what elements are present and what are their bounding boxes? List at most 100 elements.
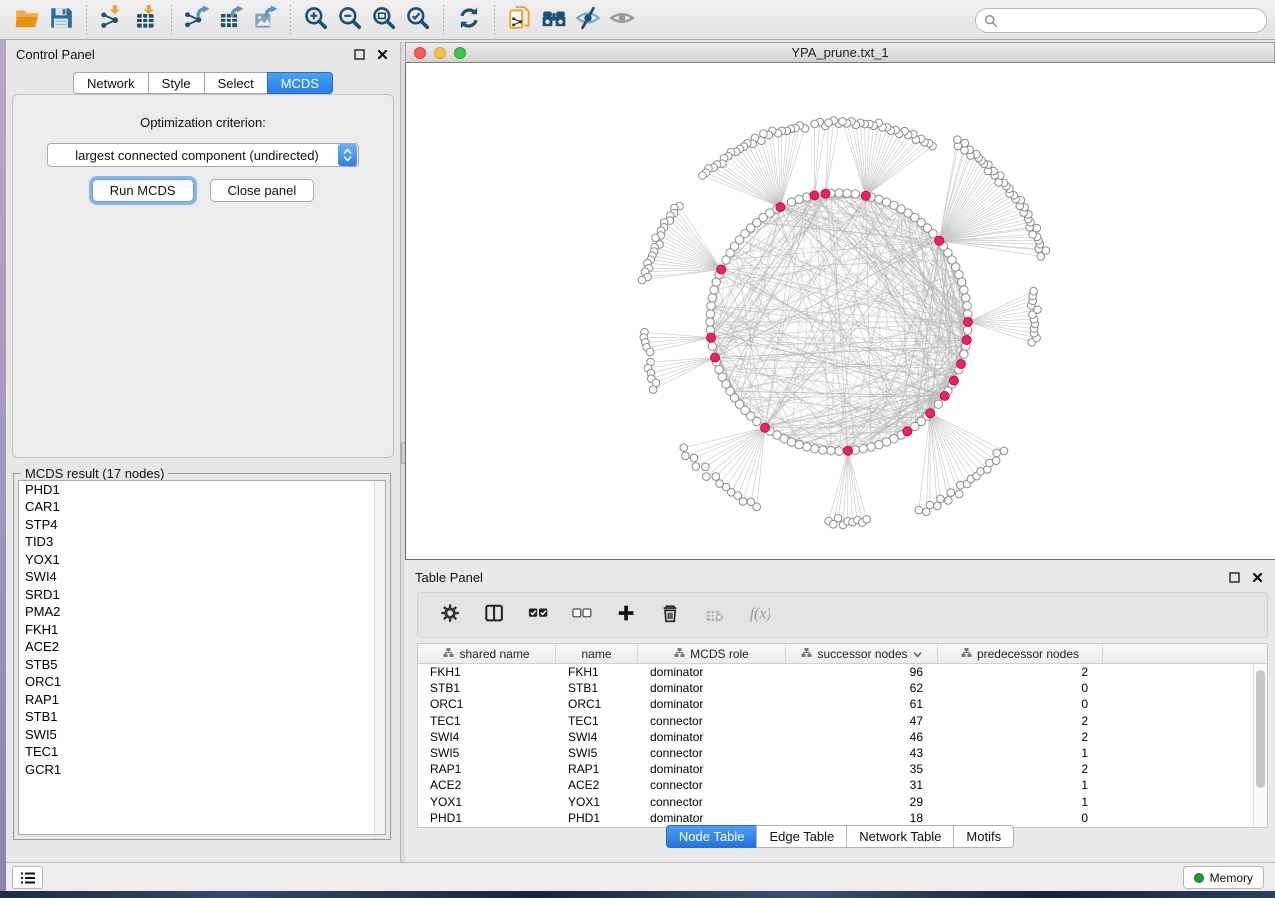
close-table-panel-icon[interactable] [1250,570,1265,585]
optimization-value: largest connected component (undirected) [48,148,338,163]
clone-network-button[interactable] [503,4,537,36]
table-row[interactable]: ACE2ACE2connector311 [418,777,1253,793]
mcds-result-item[interactable]: TEC1 [19,744,385,762]
panel-list-button[interactable] [12,866,43,889]
table-row[interactable]: SWI5SWI5connector431 [418,745,1253,761]
table-scrollbar-thumb[interactable] [1256,670,1265,788]
float-panel-icon[interactable] [352,47,367,62]
cell-predecessor-nodes: 2 [938,665,1103,679]
mcds-result-item[interactable]: STB1 [19,709,385,727]
add-column-button[interactable] [612,600,642,630]
mcds-result-item[interactable]: SWI5 [19,726,385,744]
mcds-result-item[interactable]: STP4 [19,516,385,534]
save-session-button[interactable] [44,4,78,36]
tab-style[interactable]: Style [148,72,204,94]
zoom-selected-icon [405,5,431,34]
eye-gray-icon [609,5,635,34]
minimize-window-button[interactable] [434,47,446,59]
toggle-panels-button[interactable] [480,600,510,630]
tab-motifs[interactable]: Motifs [953,825,1014,848]
table-settings-button[interactable] [436,600,466,630]
mcds-result-item[interactable]: ORC1 [19,674,385,692]
table-scrollbar[interactable] [1253,664,1267,827]
column-header-shared-name[interactable]: shared name [418,644,556,663]
maximize-window-button[interactable] [454,47,466,59]
float-table-panel-icon[interactable] [1227,570,1242,585]
mcds-result-item[interactable]: PHD1 [19,481,385,499]
zoom-out-button[interactable] [333,4,367,36]
cell-name: FKH1 [556,665,638,679]
export-table-button[interactable] [214,4,248,36]
tab-network-table[interactable]: Network Table [846,825,953,848]
svg-text:f(x): f(x) [750,605,770,622]
table-row[interactable]: FKH1FKH1dominator962 [418,664,1253,680]
table-row[interactable]: SWI4SWI4dominator462 [418,729,1253,745]
cell-name: SWI5 [556,746,638,760]
apply-layout-button[interactable] [452,4,486,36]
search-box[interactable] [975,8,1267,33]
table-row[interactable]: YOX1YOX1connector291 [418,794,1253,810]
zoom-fit-button[interactable] [367,4,401,36]
network-canvas[interactable] [405,63,1275,560]
run-mcds-button[interactable]: Run MCDS [92,179,194,202]
import-network-button[interactable] [95,4,129,36]
mcds-result-item[interactable]: YOX1 [19,551,385,569]
memory-button[interactable]: Memory [1183,866,1264,889]
control-panel-tabs: NetworkStyleSelectMCDS [6,72,400,94]
table-row[interactable]: RAP1RAP1dominator352 [418,761,1253,777]
close-panel-button[interactable]: Close panel [210,179,315,202]
tab-network[interactable]: Network [73,72,148,94]
zoom-in-button[interactable] [299,4,333,36]
tab-select[interactable]: Select [204,72,267,94]
zoom-selected-button[interactable] [401,4,435,36]
column-header-name[interactable]: name [556,644,638,663]
column-header-predecessor-nodes[interactable]: predecessor nodes [938,644,1103,663]
cell-shared-name: FKH1 [418,665,556,679]
mcds-result-item[interactable]: GCR1 [19,761,385,779]
optimization-dropdown[interactable]: largest connected component (undirected) [47,143,359,167]
cell-successor-nodes: 96 [786,665,938,679]
hide-selected-button[interactable] [571,4,605,36]
find-button[interactable] [537,4,571,36]
open-file-button[interactable] [10,4,44,36]
table-row[interactable]: TEC1TEC1connector472 [418,713,1253,729]
mcds-result-item[interactable]: ACE2 [19,639,385,657]
mcds-result-item[interactable]: SRD1 [19,586,385,604]
delete-column-button[interactable] [656,600,686,630]
search-input[interactable] [1003,13,1258,28]
mcds-list-scrollbar[interactable] [374,481,385,834]
table-row[interactable]: STB1STB1dominator620 [418,680,1253,696]
cell-MCDS-role: connector [638,795,786,809]
mcds-result-item[interactable]: TID3 [19,534,385,552]
mcds-result-item[interactable]: PMA2 [19,604,385,622]
column-header-MCDS-role[interactable]: MCDS role [638,644,786,663]
table-row[interactable]: ORC1ORC1dominator610 [418,696,1253,712]
tree-icon [443,647,454,661]
network-window-titlebar[interactable]: YPA_prune.txt_1 [405,42,1275,63]
tab-mcds[interactable]: MCDS [267,72,333,94]
select-all-button[interactable] [524,600,554,630]
mcds-result-item[interactable]: STB5 [19,656,385,674]
column-header-successor-nodes[interactable]: successor nodes [786,644,938,663]
close-window-button[interactable] [414,47,426,59]
check-pair-icon [528,603,550,628]
deselect-all-button[interactable] [568,600,598,630]
mcds-result-item[interactable]: FKH1 [19,621,385,639]
network-graph[interactable] [406,63,1274,560]
gear-icon [440,603,462,628]
mcds-panel: Optimization criterion: largest connecte… [12,94,394,458]
export-image-button[interactable] [248,4,282,36]
mcds-result-item[interactable]: SWI4 [19,569,385,587]
cell-MCDS-role: connector [638,778,786,792]
import-table-button[interactable] [129,4,163,36]
optimization-label: Optimization criterion: [13,115,393,130]
control-panel-titlebar: Control Panel [6,42,400,66]
mcds-result-item[interactable]: RAP1 [19,691,385,709]
export-network-button[interactable] [180,4,214,36]
mcds-result-item[interactable]: CAR1 [19,499,385,517]
tab-edge-table[interactable]: Edge Table [756,825,846,848]
close-panel-icon[interactable] [375,47,390,62]
tab-node-table[interactable]: Node Table [666,825,757,848]
table-row[interactable]: PHD1PHD1dominator180 [418,810,1253,826]
show-hidden-button[interactable] [605,4,639,36]
